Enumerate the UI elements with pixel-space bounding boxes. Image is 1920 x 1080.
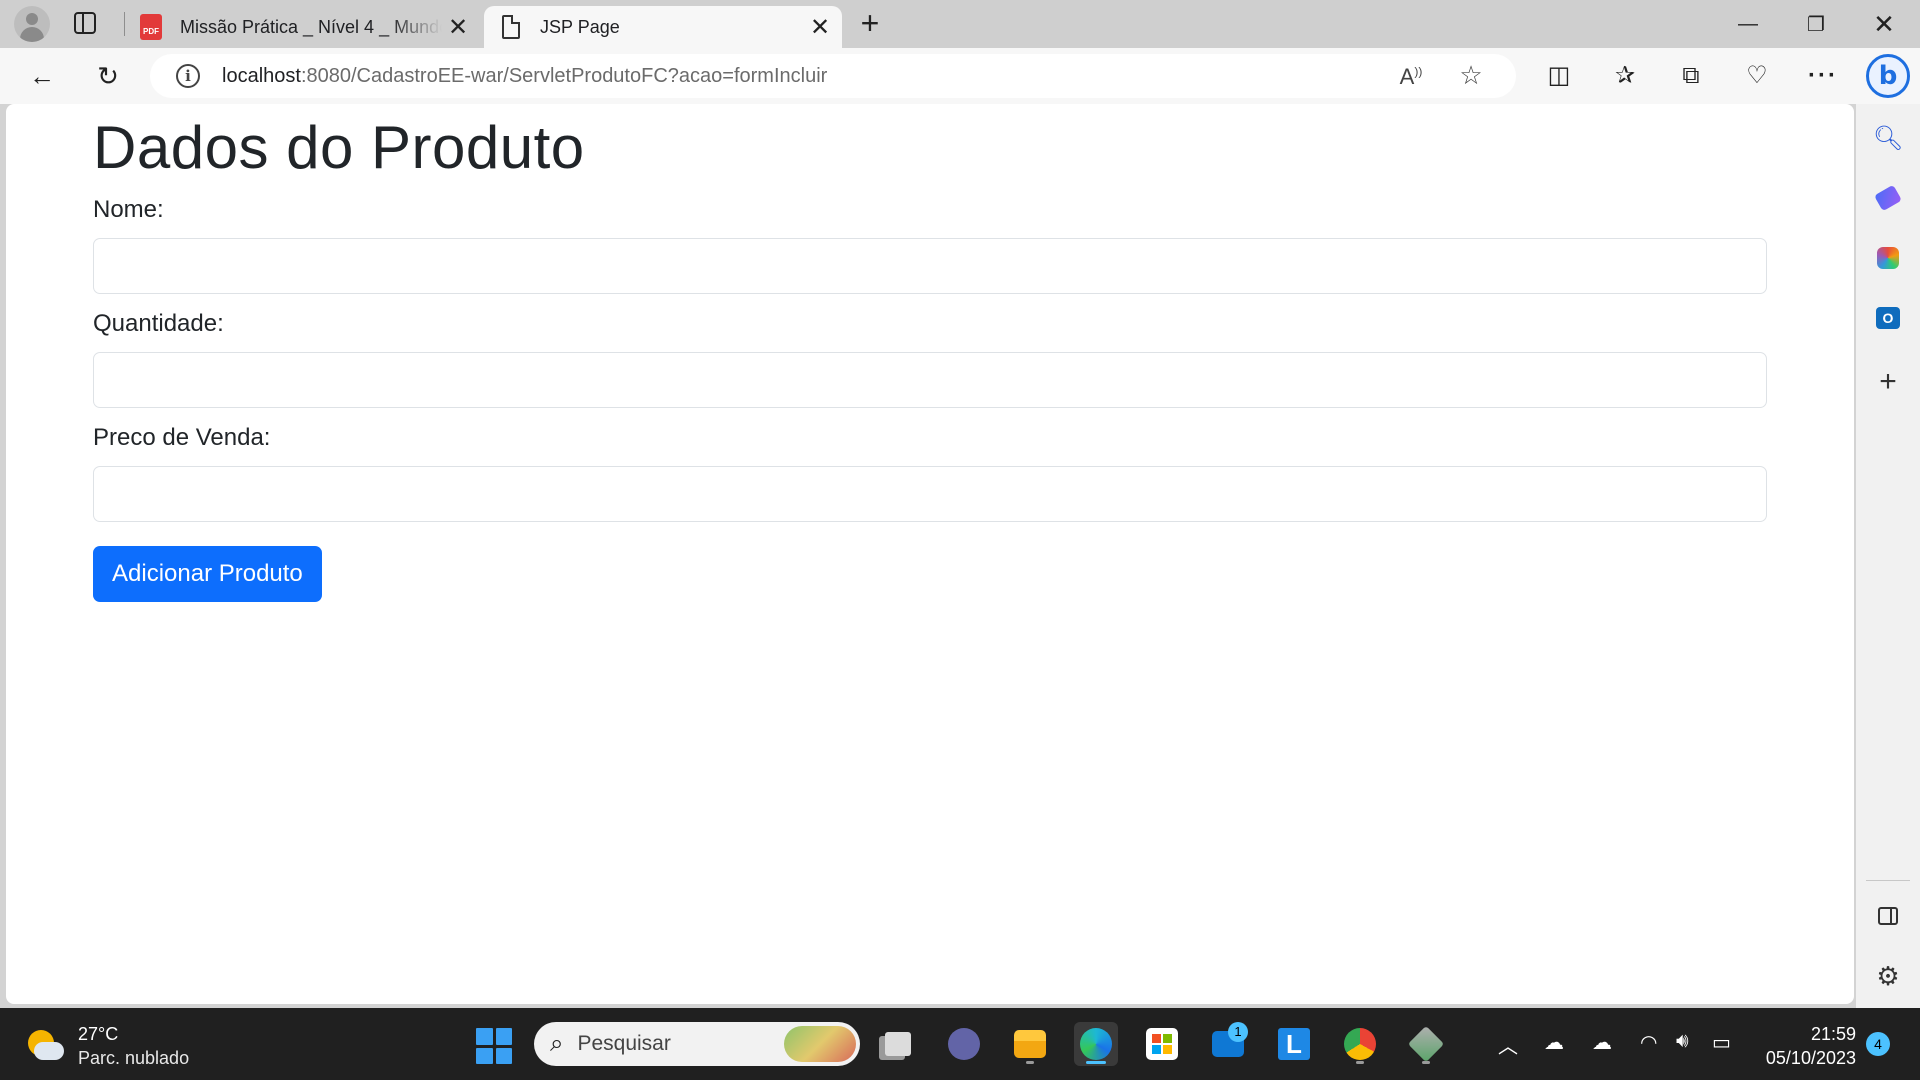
tab-title: Missão Prática _ Nível 4 _ Mundo 3 <box>180 16 442 37</box>
taskbar-search[interactable]: ⌕ Pesquisar <box>534 1022 860 1066</box>
address-bar[interactable]: i localhost:8080/CadastroEE-war/ServletP… <box>150 54 1516 98</box>
field-quantidade: Quantidade: <box>93 310 1767 408</box>
partly-cloudy-icon <box>24 1026 64 1066</box>
hide-sidebar-icon[interactable] <box>1872 900 1904 932</box>
favorite-star-icon[interactable]: ☆ <box>1456 60 1486 90</box>
nome-input[interactable] <box>93 238 1767 294</box>
url-path: :8080/CadastroEE-war/ServletProdutoFC?ac… <box>300 64 828 87</box>
clock-time: 21:59 <box>1810 1024 1856 1044</box>
split-screen-icon[interactable]: ◫ <box>1542 60 1576 94</box>
new-tab-button[interactable]: + <box>854 7 886 40</box>
minimize-button[interactable]: — <box>1714 0 1782 48</box>
reload-button[interactable]: ↻ <box>90 58 126 94</box>
search-icon: ⌕ <box>550 1030 564 1057</box>
pdf-icon: PDF <box>140 14 162 40</box>
start-button[interactable] <box>476 1028 512 1064</box>
file-explorer-icon[interactable] <box>1008 1022 1052 1066</box>
tab-actions-icon[interactable] <box>74 12 96 34</box>
collections-icon[interactable]: ⧉ <box>1674 60 1708 94</box>
favorites-icon[interactable]: ✰ <box>1608 60 1642 94</box>
form-container: Dados do Produto Nome: Quantidade: Preco… <box>93 104 1767 602</box>
close-icon[interactable]: ✕ <box>804 11 836 43</box>
quantidade-input[interactable] <box>93 352 1767 408</box>
netbeans-icon[interactable] <box>1404 1022 1448 1066</box>
notification-badge[interactable]: 4 <box>1866 1032 1890 1056</box>
weather-widget[interactable]: 27°C Parc. nublado <box>24 1022 189 1070</box>
task-view-icon[interactable] <box>876 1022 920 1066</box>
profile-avatar[interactable] <box>14 6 50 42</box>
chevron-up-icon[interactable]: ︿ <box>1498 1030 1518 1059</box>
read-aloud-icon[interactable]: A)) <box>1396 64 1426 90</box>
microsoft-store-icon[interactable] <box>1140 1022 1184 1066</box>
weather-temperature: 27°C <box>78 1024 119 1044</box>
office-icon[interactable] <box>1872 242 1904 274</box>
search-placeholder: Pesquisar <box>577 1032 671 1055</box>
tab-separator <box>124 12 125 36</box>
settings-gear-icon[interactable]: ⚙ <box>1872 960 1904 992</box>
search-highlight-image <box>784 1026 856 1062</box>
wifi-icon[interactable]: ◠ <box>1640 1030 1657 1055</box>
edge-sidebar: 🔍︎ O + ⚙ <box>1856 104 1920 1008</box>
onedrive-warning-icon[interactable]: ☁ <box>1544 1030 1564 1055</box>
chrome-icon[interactable] <box>1338 1022 1382 1066</box>
clock-date: 05/10/2023 <box>1765 1048 1856 1068</box>
close-icon[interactable]: ✕ <box>442 11 474 43</box>
search-icon[interactable]: 🔍︎ <box>1872 122 1904 154</box>
page-title: Dados do Produto <box>93 114 585 181</box>
tab-jsp-page[interactable]: JSP Page ✕ <box>484 6 842 48</box>
info-icon[interactable]: i <box>176 64 200 88</box>
back-button[interactable]: ← <box>24 58 60 94</box>
browser-essentials-icon[interactable]: ♡ <box>1740 60 1774 94</box>
teams-icon[interactable] <box>942 1022 986 1066</box>
nome-label: Nome: <box>93 196 164 223</box>
taskbar: 27°C Parc. nublado ⌕ Pesquisar 1 L ︿ ☁ ☁… <box>0 1008 1920 1080</box>
more-menu-icon[interactable]: ··· <box>1806 60 1840 94</box>
tab-strip: PDF Missão Prática _ Nível 4 _ Mundo 3 ✕… <box>0 0 1920 48</box>
preco-venda-input[interactable] <box>93 466 1767 522</box>
edge-icon[interactable] <box>1074 1022 1118 1066</box>
l-app-icon[interactable]: L <box>1272 1022 1316 1066</box>
tab-pdf[interactable]: PDF Missão Prática _ Nível 4 _ Mundo 3 ✕ <box>128 6 480 48</box>
field-nome: Nome: <box>93 196 1767 294</box>
add-icon[interactable]: + <box>1872 365 1904 398</box>
quantidade-label: Quantidade: <box>93 310 224 337</box>
field-preco-venda: Preco de Venda: <box>93 424 1767 522</box>
mail-icon[interactable]: 1 <box>1206 1022 1250 1066</box>
tab-title: JSP Page <box>540 16 620 37</box>
page-icon <box>502 15 520 39</box>
copilot-icon[interactable]: b <box>1866 54 1910 98</box>
battery-icon[interactable]: ▭ <box>1712 1030 1731 1055</box>
browser-toolbar: ← ↻ i localhost:8080/CadastroEE-war/Serv… <box>0 48 1920 104</box>
page-viewport: Dados do Produto Nome: Quantidade: Preco… <box>6 104 1854 1004</box>
url-host: localhost <box>222 64 301 87</box>
restore-button[interactable]: ❐ <box>1782 0 1850 48</box>
outlook-icon[interactable]: O <box>1872 302 1904 334</box>
shopping-tag-icon[interactable] <box>1872 182 1904 214</box>
adicionar-produto-button[interactable]: Adicionar Produto <box>93 546 322 602</box>
window-close-button[interactable]: ✕ <box>1850 0 1918 48</box>
sidebar-divider <box>1866 880 1910 881</box>
onedrive-error-icon[interactable]: ☁ <box>1592 1030 1612 1055</box>
preco-venda-label: Preco de Venda: <box>93 424 271 451</box>
volume-icon[interactable]: 🔊︎ <box>1676 1030 1689 1053</box>
system-clock[interactable]: 21:59 05/10/2023 <box>1758 1022 1856 1070</box>
mail-badge: 1 <box>1228 1022 1248 1042</box>
weather-description: Parc. nublado <box>78 1048 190 1068</box>
